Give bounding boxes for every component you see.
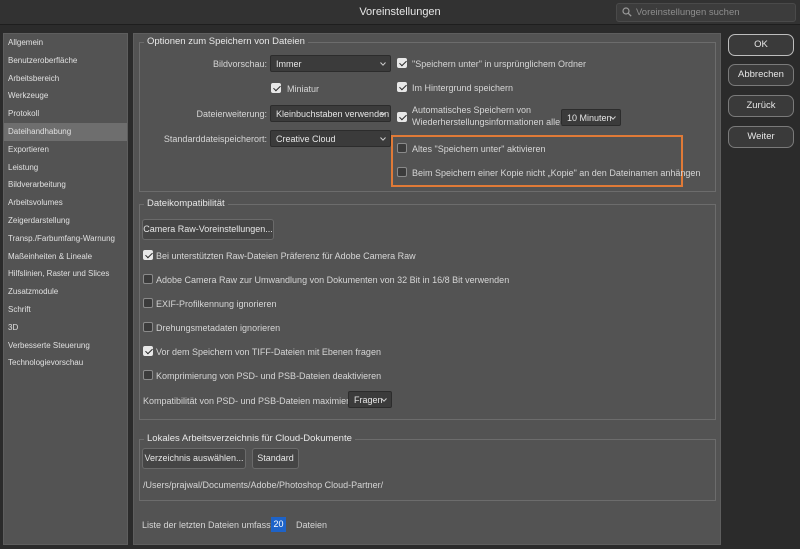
cloud-title: Lokales Arbeitsverzeichnis für Cloud-Dok… [144,433,355,444]
no-copy-suffix-checkbox[interactable] [397,167,407,177]
chevron-down-icon [381,398,387,402]
sidebar-item[interactable]: 3D [4,319,127,337]
chevron-down-icon [610,116,616,120]
sidebar-item[interactable]: Zusatzmodule [4,283,127,301]
background-save-label: Im Hintergrund speichern [412,83,514,93]
compat-option-label: EXIF-Profilkennung ignorieren [156,299,277,309]
sidebar-item[interactable]: Werkzeuge [4,87,127,105]
maximize-select[interactable]: Fragen [348,391,392,408]
legacy-save-as-label: Altes "Speichern unter" aktivieren [412,144,546,154]
sidebar-item[interactable]: Protokoll [4,105,127,123]
thumbnail-checkbox[interactable] [271,83,281,93]
compat-option-label: Adobe Camera Raw zur Umwandlung von Doku… [156,275,510,285]
cloud-path: /Users/prajwal/Documents/Adobe/Photoshop… [143,480,384,490]
recent-files-label: Liste der letzten Dateien umfasst: [142,520,276,530]
compat-option-label: Drehungsmetadaten ignorieren [156,323,281,333]
sidebar-item[interactable]: Benutzeroberfläche [4,52,127,70]
compat-option-checkbox[interactable] [143,322,153,332]
camera-raw-button[interactable]: Camera Raw-Voreinstellungen... [142,219,274,240]
autosave-interval-value: 10 Minuten [567,113,612,123]
compat-option-checkbox[interactable] [143,250,153,260]
highlight-box [391,135,683,187]
chevron-down-icon [380,62,386,66]
compat-option-label: Bei unterstützten Raw-Dateien Präferenz … [156,251,416,261]
compat-option-checkbox[interactable] [143,274,153,284]
compat-option-checkbox[interactable] [143,346,153,356]
autosave-checkbox[interactable] [397,112,407,122]
ok-button[interactable]: OK [728,34,794,56]
preview-label: Bildvorschau: [212,59,267,69]
sidebar-item[interactable]: Maßeinheiten & Lineale [4,248,127,266]
back-button[interactable]: Zurück [728,95,794,117]
extension-select[interactable]: Kleinbuchstaben verwenden [270,105,391,122]
autosave-label-line1: Automatisches Speichern von [412,105,532,115]
autosave-label-line2: Wiederherstellungsinformationen alle: [412,117,563,127]
sidebar-item[interactable]: Arbeitsbereich [4,70,127,88]
sidebar-item[interactable]: Schrift [4,301,127,319]
compat-option-checkbox[interactable] [143,298,153,308]
sidebar-item[interactable]: Zeigerdarstellung [4,212,127,230]
sidebar-item[interactable]: Verbesserte Steuerung [4,337,127,355]
compat-option-checkbox[interactable] [143,370,153,380]
chevron-down-icon [380,112,386,116]
extension-value: Kleinbuchstaben verwenden [276,109,390,119]
sidebar: Allgemein Benutzeroberfläche Arbeitsbereic… [3,33,128,545]
sidebar-item[interactable]: Transp./Farbumfang-Warnung [4,230,127,248]
extension-label: Dateierweiterung: [196,109,267,119]
sidebar-item[interactable]: Technologievorschau [4,354,127,372]
save-options-title: Optionen zum Speichern von Dateien [144,36,308,47]
title-bar: Voreinstellungen Voreinstellungen suchen [0,0,800,25]
compat-option-label: Komprimierung von PSD- und PSB-Dateien d… [156,371,382,381]
autosave-interval-select[interactable]: 10 Minuten [561,109,621,126]
compat-title: Dateikompatibilität [144,198,228,209]
sidebar-item[interactable]: Dateihandhabung [4,122,127,141]
compat-option-label: Vor dem Speichern von TIFF-Dateien mit E… [156,347,381,357]
default-directory-button[interactable]: Standard [252,448,299,469]
preview-value: Immer [276,59,302,69]
main-panel: Optionen zum Speichern von Dateien Bildv… [133,33,721,545]
sidebar-item[interactable]: Bildverarbeitung [4,176,127,194]
sidebar-item[interactable]: Leistung [4,159,127,177]
sidebar-item[interactable]: Exportieren [4,141,127,159]
next-button[interactable]: Weiter [728,126,794,148]
search-input[interactable]: Voreinstellungen suchen [636,7,740,18]
background-save-checkbox[interactable] [397,82,407,92]
preview-select[interactable]: Immer [270,55,391,72]
default-location-label: Standarddateispeicherort: [163,134,267,144]
no-copy-suffix-label: Beim Speichern einer Kopie nicht „Kopie"… [412,168,701,178]
default-location-select[interactable]: Creative Cloud [270,130,391,147]
sidebar-item[interactable]: Allgemein [4,34,127,52]
maximize-value: Fragen [354,395,383,405]
recent-files-input[interactable]: 20 [271,517,286,532]
choose-directory-button[interactable]: Verzeichnis auswählen... [142,448,246,469]
cancel-button[interactable]: Abbrechen [728,64,794,86]
search-box[interactable]: Voreinstellungen suchen [616,3,796,22]
sidebar-item[interactable]: Arbeitsvolumes [4,194,127,212]
default-location-value: Creative Cloud [276,134,336,144]
thumbnail-label: Miniatur [287,84,320,94]
recent-files-suffix: Dateien [296,520,328,530]
original-folder-checkbox[interactable] [397,58,407,68]
maximize-label: Kompatibilität von PSD- und PSB-Dateien … [143,396,362,406]
search-icon [622,7,632,17]
legacy-save-as-checkbox[interactable] [397,143,407,153]
sidebar-item[interactable]: Hilfslinien, Raster und Slices [4,265,127,283]
original-folder-label: "Speichern unter" in ursprünglichem Ordn… [412,59,586,69]
chevron-down-icon [380,137,386,141]
